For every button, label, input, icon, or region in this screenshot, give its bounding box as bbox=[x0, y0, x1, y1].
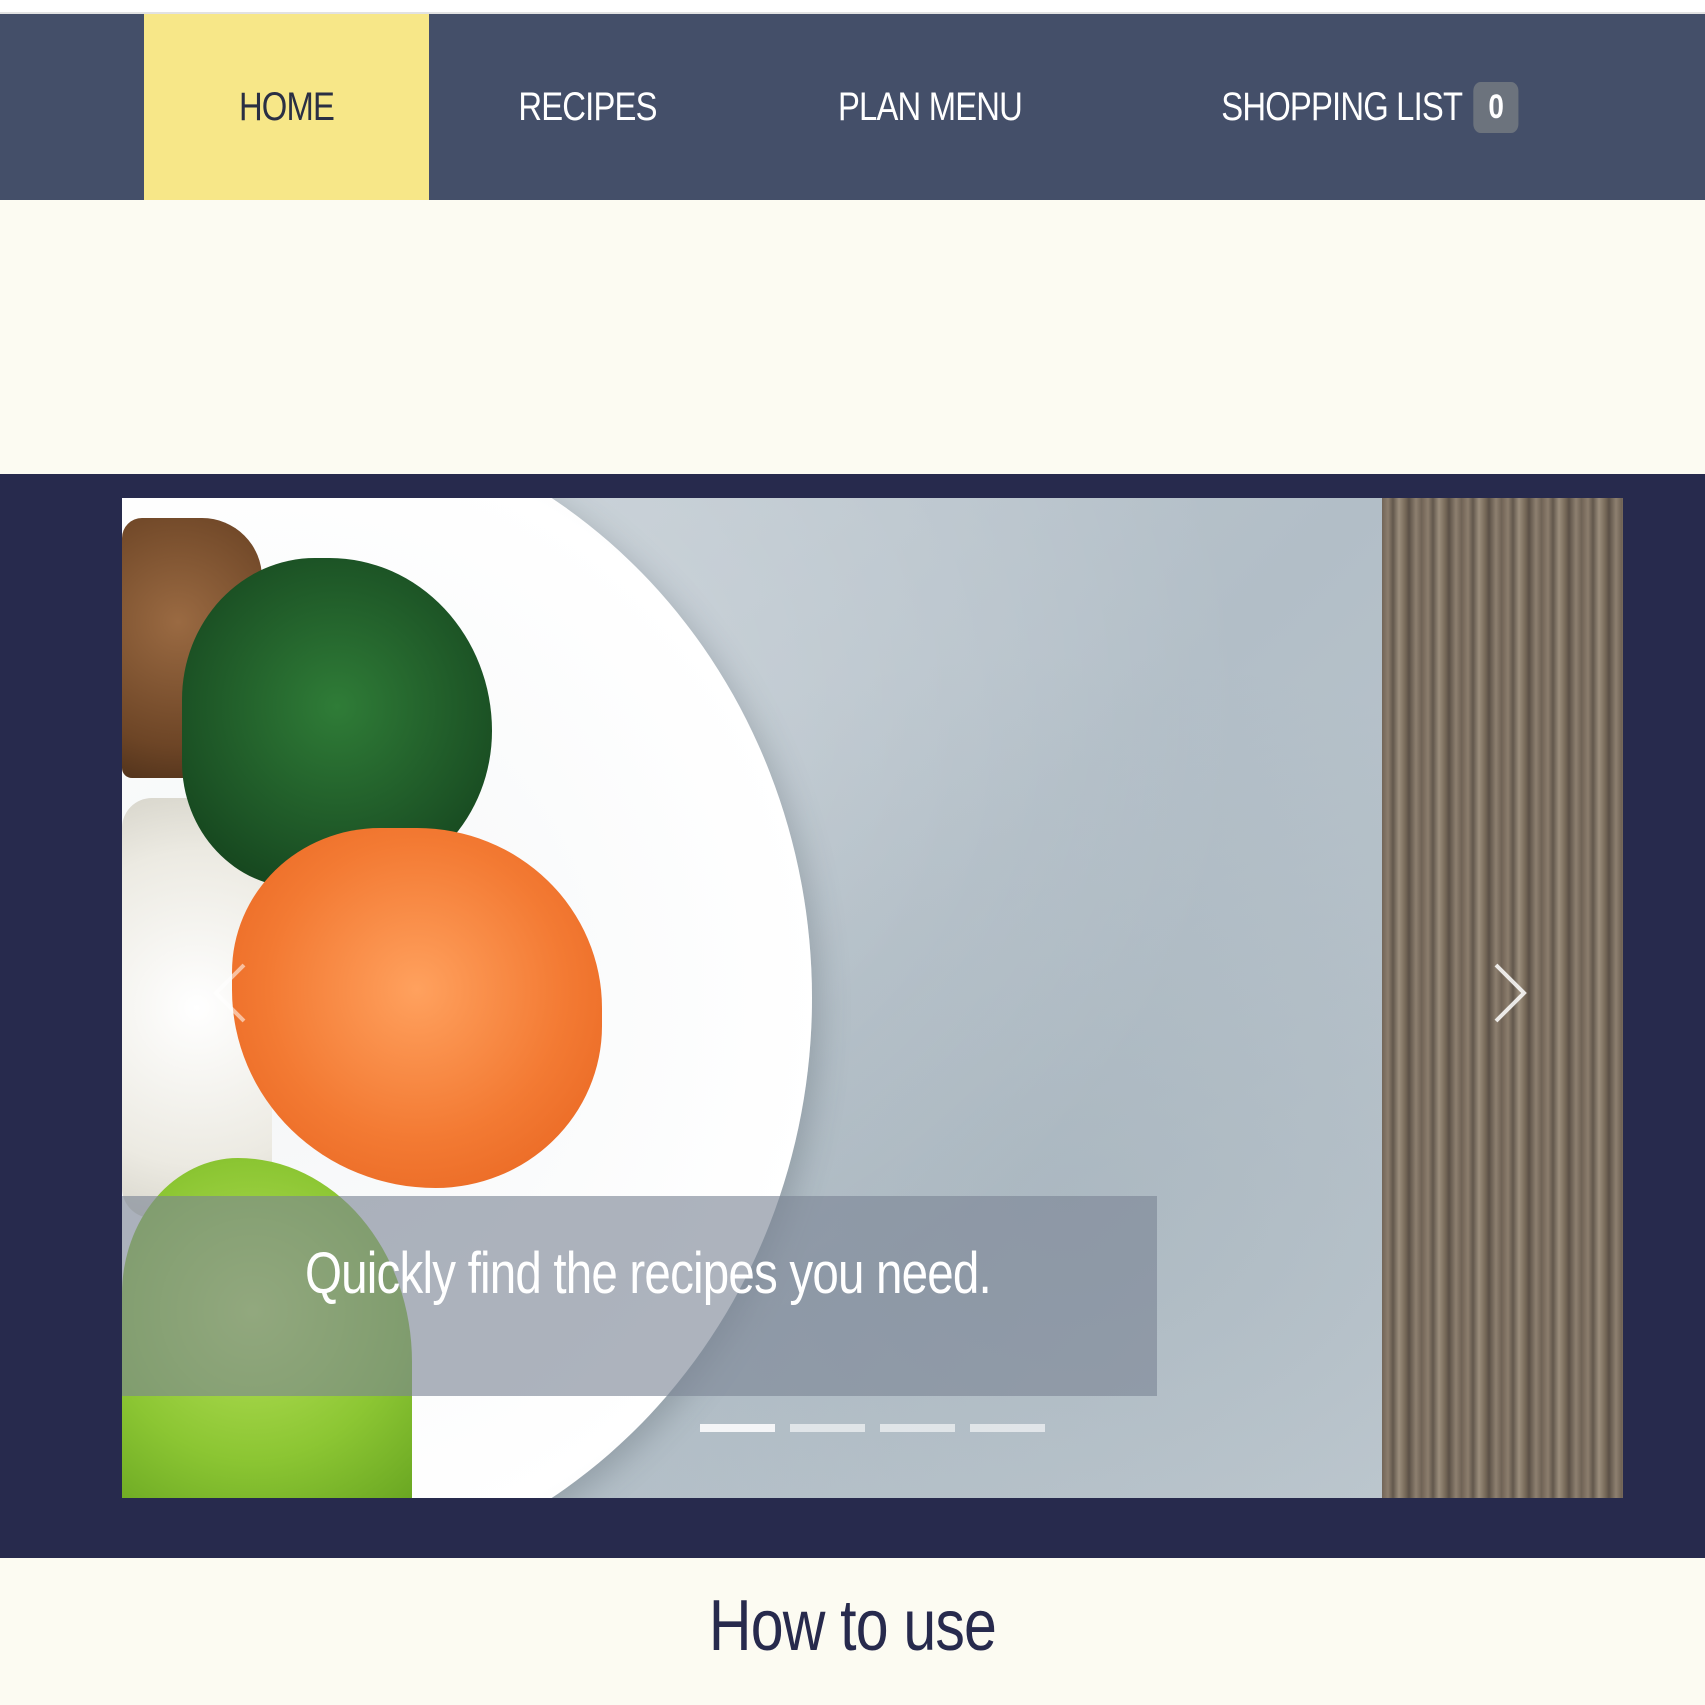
nav-item-home-label: HOME bbox=[238, 84, 335, 129]
carousel-indicators bbox=[700, 1424, 1045, 1432]
carousel-caption: Quickly find the recipes you need. bbox=[305, 1241, 992, 1306]
nav-item-plan-menu[interactable]: PLAN MENU bbox=[823, 14, 1036, 200]
chevron-left-icon bbox=[210, 961, 250, 1030]
carousel-indicator-2[interactable] bbox=[790, 1424, 865, 1432]
carousel-prev-button[interactable] bbox=[205, 960, 255, 1030]
chevron-right-icon bbox=[1490, 961, 1530, 1030]
nav-item-plan-menu-label: PLAN MENU bbox=[837, 84, 1023, 129]
nav-item-home[interactable]: HOME bbox=[170, 14, 404, 200]
shopping-count-badge: 0 bbox=[1473, 81, 1519, 133]
nav-item-shopping-list-label: SHOPPING LIST bbox=[1221, 84, 1463, 129]
nav-item-recipes[interactable]: RECIPES bbox=[499, 14, 675, 200]
browser-top-strip bbox=[0, 0, 1705, 14]
carousel-indicator-4[interactable] bbox=[970, 1424, 1045, 1432]
carousel-indicator-1[interactable] bbox=[700, 1424, 775, 1432]
carousel-indicator-3[interactable] bbox=[880, 1424, 955, 1432]
section-title: How to use bbox=[708, 1586, 997, 1666]
carousel-next-button[interactable] bbox=[1485, 960, 1535, 1030]
nav-item-shopping-list[interactable]: SHOPPING LIST 0 bbox=[1214, 14, 1526, 200]
nav-item-recipes-label: RECIPES bbox=[518, 84, 657, 129]
main-navbar: HOME RECIPES PLAN MENU SHOPPING LIST 0 bbox=[0, 14, 1705, 200]
